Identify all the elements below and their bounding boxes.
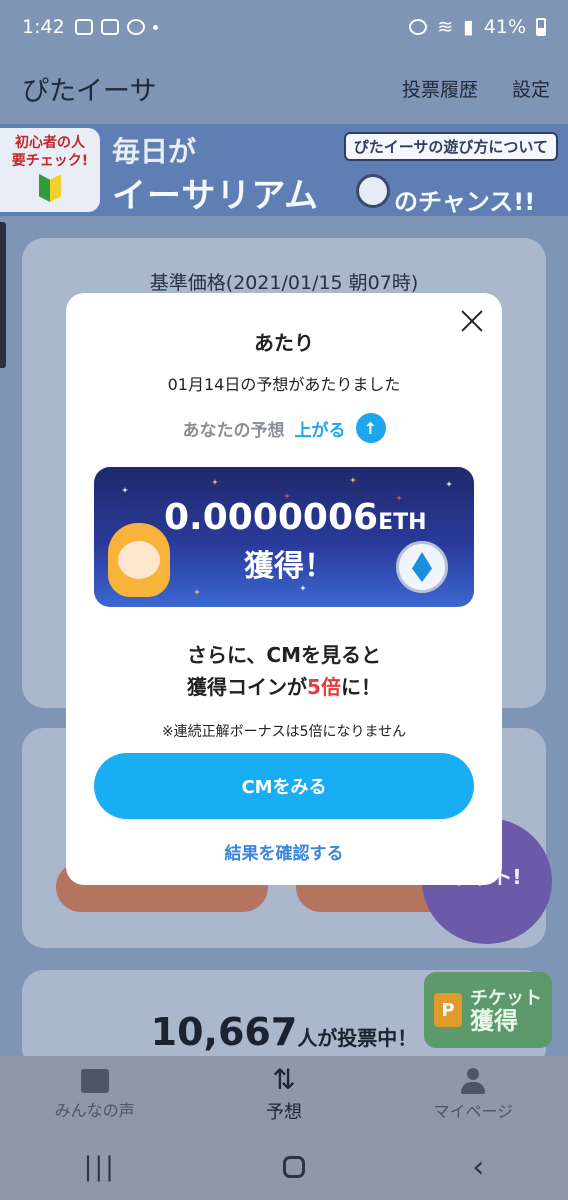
system-status: ≋ ▮ 41%: [409, 16, 546, 38]
status-time: 1:42: [22, 16, 65, 38]
beginner-mark-icon: [39, 174, 61, 202]
star-icon: [212, 479, 218, 485]
prize-acquired: 獲得！: [244, 549, 334, 584]
home-icon[interactable]: [283, 1156, 306, 1178]
prediction-row: あなたの予想 上がる ↑: [66, 413, 502, 443]
notification-icons: [74, 19, 158, 35]
mascot-character: [108, 523, 170, 597]
dialog-title: あたり: [254, 331, 314, 355]
banner-line1: 毎日が: [112, 135, 197, 168]
person-icon: [460, 1068, 486, 1094]
line-icon: [126, 19, 145, 35]
ticket-label: チケット: [470, 988, 542, 1009]
prize-unit: ETH: [378, 510, 427, 535]
tab-community[interactable]: みんなの声: [0, 1056, 189, 1134]
result-message: 01月14日の予想があたりました: [167, 375, 401, 394]
banner-line3: のチャンス!!: [394, 188, 536, 216]
tab-mypage[interactable]: マイページ: [379, 1056, 568, 1134]
banner-line2: イーサリアム: [112, 176, 319, 216]
tab-prediction-label: 予想: [265, 1102, 302, 1123]
watch-cm-button[interactable]: CMをみる: [94, 753, 474, 819]
settings-link[interactable]: 設定: [512, 75, 550, 102]
chat-icon: [80, 1069, 109, 1093]
votes-suffix: 人が投票中！: [297, 1026, 418, 1050]
camera-icon: [74, 19, 93, 35]
bonus-multiplier: 5倍: [307, 675, 341, 699]
swap-arrows-icon: ⇅: [272, 1063, 296, 1096]
beginner-badge: 初心者の人 要チェック!: [0, 128, 100, 212]
alarm-icon: [409, 19, 428, 35]
howto-link[interactable]: ぴたイーサの遊び方について: [343, 132, 558, 161]
base-price-label: 基準価格(2021/01/15 朝07時): [149, 272, 419, 294]
beginner-line2: 要チェック!: [11, 153, 89, 169]
star-icon: [194, 589, 200, 595]
system-navigation: ||| ‹: [0, 1134, 568, 1200]
more-dot-icon: [152, 24, 158, 30]
app-header: ぴたイーサ 投票履歴 設定: [0, 54, 568, 122]
prize-amount-value: 0.0000006: [164, 497, 379, 538]
instagram-icon: [100, 19, 119, 35]
ticket-get-label: 獲得: [470, 1007, 518, 1035]
edge-handle[interactable]: [0, 222, 6, 368]
tab-prediction[interactable]: ⇅ 予想: [189, 1056, 378, 1134]
star-icon: [300, 585, 306, 591]
result-dialog: あたり 01月14日の予想があたりました あなたの予想 上がる ↑ 0.0000…: [66, 293, 502, 885]
bonus-line2-post: に！: [340, 675, 381, 699]
bonus-note: ※連続正解ボーナスは5倍になりません: [161, 724, 407, 740]
tab-community-label: みんなの声: [54, 1101, 135, 1120]
ticket-button[interactable]: P チケット 獲得: [424, 972, 552, 1048]
votes-number: 10,667: [150, 1010, 298, 1054]
signal-icon: ▮: [463, 16, 474, 38]
bottom-navigation: みんなの声 ⇅ 予想 マイページ: [0, 1056, 568, 1134]
battery-icon: [536, 18, 546, 36]
star-icon: [446, 481, 452, 487]
wifi-icon: ≋: [437, 16, 454, 38]
back-icon[interactable]: ‹: [472, 1150, 484, 1185]
prediction-value: 上がる: [294, 420, 346, 441]
ticket-p-icon: P: [434, 993, 462, 1027]
prediction-label: あなたの予想: [182, 420, 285, 441]
arrow-up-icon: ↑: [355, 413, 386, 443]
app-title: ぴたイーサ: [22, 75, 157, 107]
close-icon[interactable]: [458, 307, 486, 335]
prize-card: 0.0000006ETH 獲得！: [94, 467, 474, 607]
bonus-line1: さらに、CMを見ると: [187, 643, 381, 667]
beginner-line1: 初心者の人: [15, 135, 85, 151]
star-icon: [122, 487, 128, 493]
bonus-line2-pre: 獲得コインが: [187, 675, 308, 699]
ethereum-icon: [396, 541, 448, 593]
status-bar: 1:42 ≋ ▮ 41%: [0, 0, 568, 54]
battery-percent: 41%: [483, 16, 526, 38]
confirm-result-link[interactable]: 結果を確認する: [66, 839, 502, 864]
ethereum-coin-icon: [356, 174, 390, 208]
bonus-message: さらに、CMを見ると 獲得コインが5倍に！: [66, 639, 502, 703]
tab-mypage-label: マイページ: [433, 1102, 514, 1121]
prize-amount: 0.0000006ETH: [164, 497, 427, 538]
promo-banner[interactable]: 初心者の人 要チェック! 毎日が イーサリアム のチャンス!! ぴたイーサの遊び…: [0, 124, 568, 216]
star-icon: [350, 477, 356, 483]
vote-history-link[interactable]: 投票履歴: [402, 75, 478, 102]
recents-icon[interactable]: |||: [84, 1152, 116, 1182]
